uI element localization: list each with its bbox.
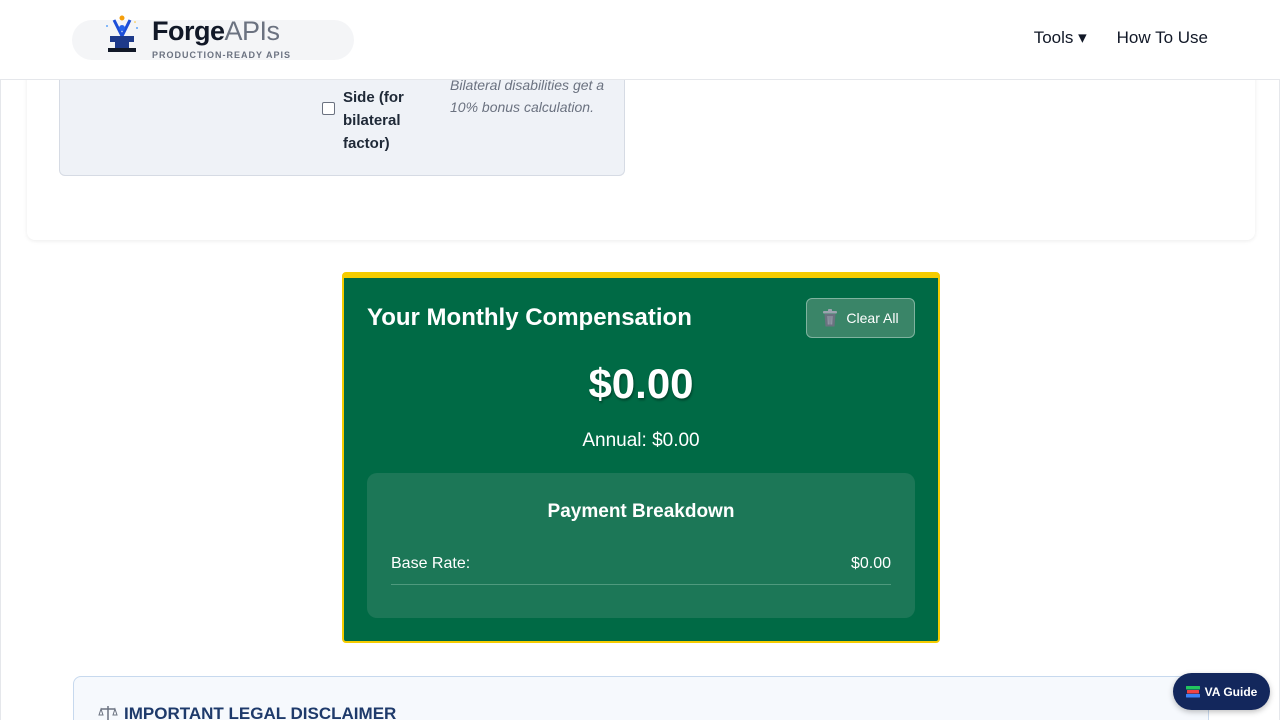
disclaimer-heading: IMPORTANT LEGAL DISCLAIMER <box>98 704 396 720</box>
va-guide-label: VA Guide <box>1204 684 1258 699</box>
annual-amount: Annual: $0.00 <box>582 430 700 451</box>
legal-disclaimer-box: IMPORTANT LEGAL DISCLAIMER <box>73 676 1209 720</box>
nav-how-to-use[interactable]: How To Use <box>1117 28 1208 48</box>
compensation-title: Your Monthly Compensation <box>367 304 692 331</box>
payment-breakdown: Payment Breakdown Base Rate: $0.00 <box>367 473 915 618</box>
compensation-card: Your Monthly Compensation Clear All $0.0… <box>342 272 940 643</box>
disclaimer-title: IMPORTANT LEGAL DISCLAIMER <box>124 704 397 720</box>
clear-all-button[interactable]: Clear All <box>806 298 915 338</box>
main-nav: Tools ▾ How To Use <box>1034 28 1208 48</box>
nav-tools[interactable]: Tools ▾ <box>1034 28 1087 48</box>
brand-text: ForgeAPIs PRODUCTION-READY APIS <box>152 16 291 60</box>
breakdown-row: Base Rate: $0.00 <box>391 555 891 585</box>
monthly-amount: $0.00 <box>588 360 694 407</box>
site-header: ForgeAPIs PRODUCTION-READY APIS Tools ▾ … <box>0 0 1280 80</box>
trash-icon <box>823 309 838 327</box>
breakdown-row-label: Base Rate: <box>391 555 471 572</box>
bilateral-help-text: Bilateral disabilities get a 10% bonus c… <box>450 77 605 115</box>
brand-name-main: Forge <box>152 16 225 46</box>
brand-name-accent: APIs <box>224 16 281 46</box>
brand-tagline: PRODUCTION-READY APIS <box>152 50 292 60</box>
books-icon <box>1185 685 1200 697</box>
bilateral-checkbox[interactable] <box>322 102 335 115</box>
bilateral-label: Side (for bilateral factor) <box>343 89 404 152</box>
scale-icon <box>98 706 118 720</box>
breakdown-row-value: $0.00 <box>850 555 891 572</box>
page: Side (for bilateral factor) Bilateral di… <box>0 0 1280 720</box>
va-guide-button[interactable]: VA Guide <box>1173 673 1270 710</box>
brand-name: ForgeAPIs <box>152 16 291 46</box>
forge-anvil-icon <box>106 15 138 52</box>
breakdown-title: Payment Breakdown <box>547 501 735 522</box>
clear-all-label: Clear All <box>846 310 899 326</box>
